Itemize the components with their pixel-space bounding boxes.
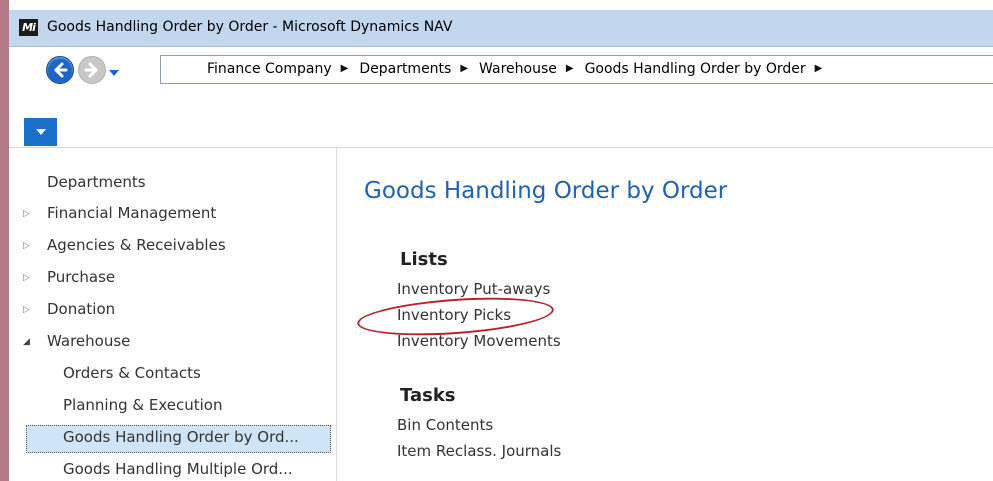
breadcrumb-separator-icon[interactable]: ▶ — [460, 63, 468, 74]
breadcrumb-finance-company[interactable]: Finance Company — [207, 61, 332, 77]
application-menu-button[interactable] — [24, 118, 57, 146]
chevron-down-icon — [109, 70, 119, 76]
back-button[interactable] — [46, 56, 74, 84]
breadcrumb-separator-icon[interactable]: ▶ — [566, 63, 574, 74]
history-dropdown-button[interactable] — [107, 64, 121, 76]
sidebar-item-departments[interactable]: Departments — [47, 173, 146, 191]
window-edge — [0, 0, 9, 481]
arrow-right-icon — [84, 62, 98, 78]
collapse-arrow-icon[interactable]: ◢ — [23, 337, 30, 347]
expand-arrow-icon[interactable]: ▷ — [23, 241, 30, 251]
breadcrumb-warehouse[interactable]: Warehouse — [479, 61, 557, 77]
chevron-down-icon — [35, 129, 46, 135]
sidebar-item-goods-handling-order-by-order[interactable]: Goods Handling Order by Ord... — [63, 428, 299, 446]
section-heading-tasks: Tasks — [400, 385, 456, 406]
link-item-reclass-journals[interactable]: Item Reclass. Journals — [397, 442, 561, 460]
sidebar-item-planning-execution[interactable]: Planning & Execution — [63, 396, 222, 414]
breadcrumb-separator-icon[interactable]: ▶ — [815, 63, 823, 74]
command-bar — [9, 89, 993, 127]
page-title: Goods Handling Order by Order — [364, 178, 728, 204]
sidebar-item-orders-contacts[interactable]: Orders & Contacts — [63, 364, 201, 382]
link-bin-contents[interactable]: Bin Contents — [397, 416, 493, 434]
title-bar: Mi Goods Handling Order by Order - Micro… — [9, 10, 993, 47]
arrow-left-icon — [54, 62, 68, 78]
breadcrumb-separator-icon[interactable]: ▶ — [341, 63, 349, 74]
sidebar-item-purchase[interactable]: Purchase — [47, 268, 115, 286]
app-window: Mi Goods Handling Order by Order - Micro… — [0, 0, 993, 481]
sidebar-item-goods-handling-multiple-orders[interactable]: Goods Handling Multiple Ord... — [63, 460, 293, 478]
sidebar-item-warehouse[interactable]: Warehouse — [47, 332, 130, 350]
section-heading-lists: Lists — [400, 249, 448, 270]
sidebar-item-financial-management[interactable]: Financial Management — [47, 204, 216, 222]
link-inventory-put-aways[interactable]: Inventory Put-aways — [397, 280, 550, 298]
address-bar[interactable]: Finance Company ▶ Departments ▶ Warehous… — [160, 55, 993, 84]
expand-arrow-icon[interactable]: ▷ — [23, 209, 30, 219]
window-title: Goods Handling Order by Order - Microsof… — [47, 19, 453, 35]
navigation-bar: Finance Company ▶ Departments ▶ Warehous… — [9, 47, 993, 89]
navigation-pane: Departments ▷ Financial Management ▷ Age… — [9, 148, 337, 481]
breadcrumb-goods-handling[interactable]: Goods Handling Order by Order — [585, 61, 806, 77]
breadcrumb: Finance Company ▶ Departments ▶ Warehous… — [207, 61, 833, 77]
breadcrumb-departments[interactable]: Departments — [359, 61, 451, 77]
expand-arrow-icon[interactable]: ▷ — [23, 305, 30, 315]
expand-arrow-icon[interactable]: ▷ — [23, 273, 30, 283]
forward-button[interactable] — [78, 56, 106, 84]
sidebar-item-agencies-receivables[interactable]: Agencies & Receivables — [47, 236, 226, 254]
sidebar-item-donation[interactable]: Donation — [47, 300, 115, 318]
dynamics-nav-logo: Mi — [19, 19, 38, 36]
